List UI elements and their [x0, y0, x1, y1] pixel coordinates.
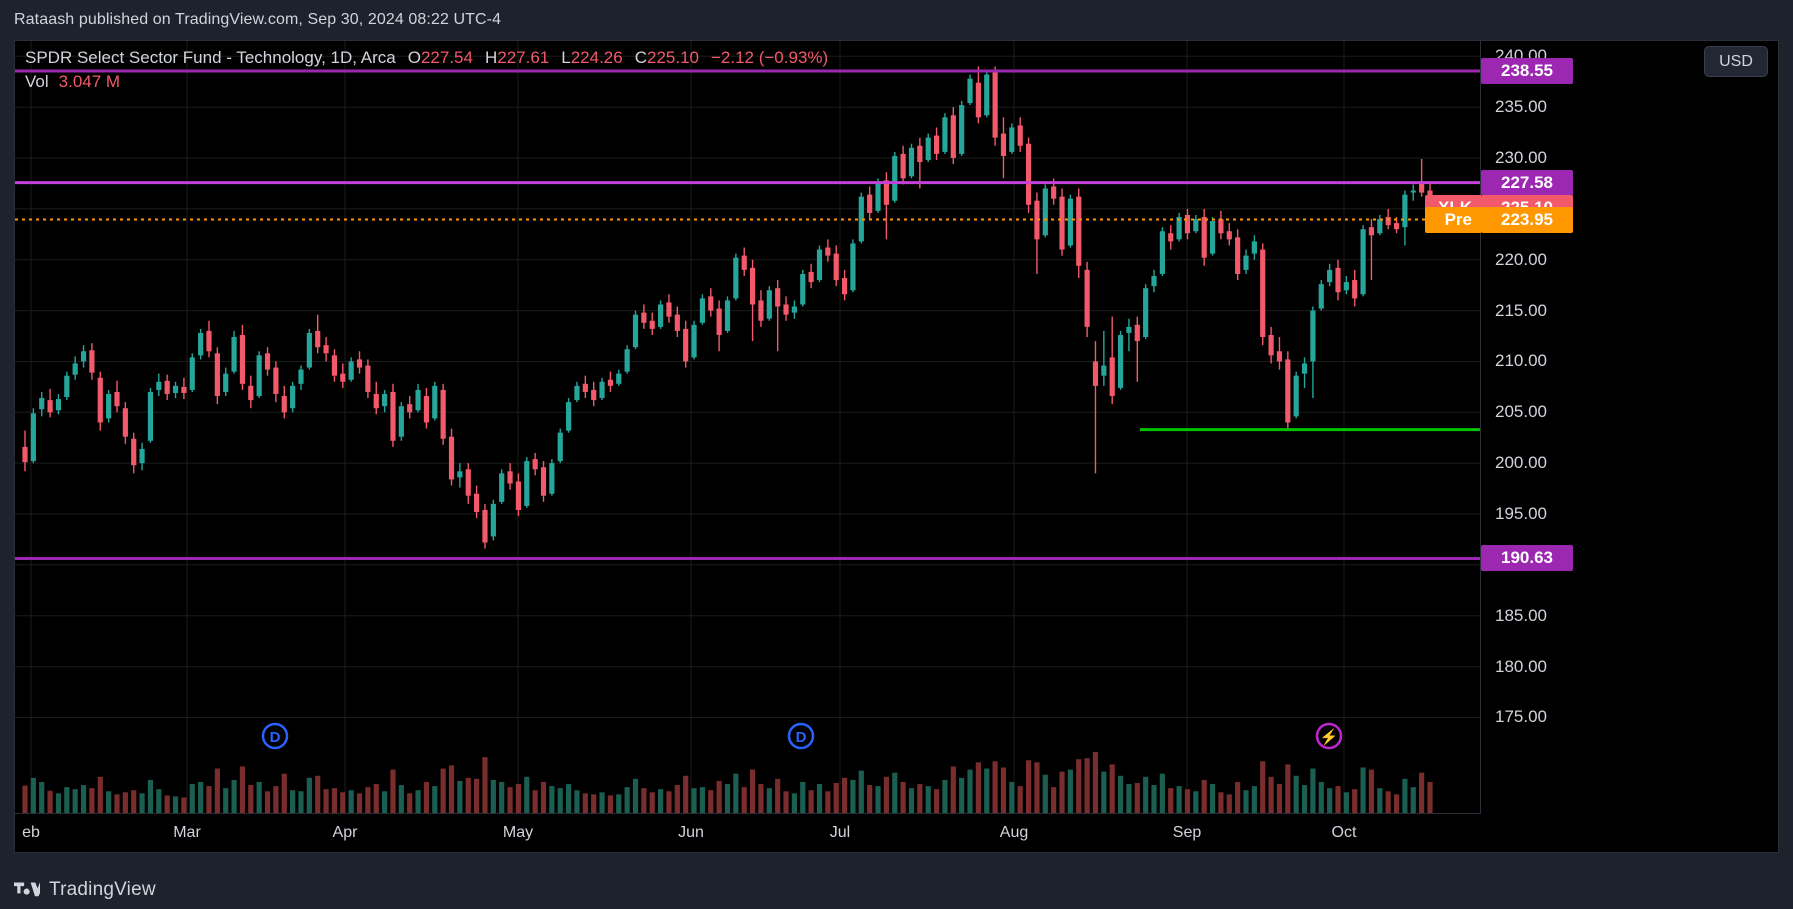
volume-pane[interactable]	[15, 748, 1481, 814]
volume-value: 3.047 M	[58, 72, 121, 91]
open-label: O227.54	[407, 48, 473, 67]
price-tick: 180.00	[1495, 656, 1547, 676]
price-tick: 215.00	[1495, 300, 1547, 320]
time-tick: Jun	[678, 824, 704, 841]
price-tick: 200.00	[1495, 453, 1547, 473]
time-tick: Aug	[999, 824, 1029, 841]
price-chart-svg	[15, 41, 1481, 748]
price-tick: 175.00	[1495, 707, 1547, 727]
time-tick: Apr	[332, 824, 358, 841]
open-value: 227.54	[420, 48, 473, 67]
close-value: 225.10	[646, 48, 699, 67]
time-tick: Oct	[1331, 824, 1357, 841]
price-level-badge-resistance-238[interactable]: 238.55	[1481, 58, 1573, 84]
currency-badge[interactable]: USD	[1704, 46, 1768, 77]
time-tick: Jul	[829, 824, 851, 841]
price-level-badge-support-190[interactable]: 190.63	[1481, 545, 1573, 572]
close-label: C225.10	[634, 48, 699, 67]
chart-legend: SPDR Select Sector Fund - Technology, 1D…	[25, 46, 828, 94]
price-scale-inner: 240.00235.00230.00225.00220.00215.00210.…	[1425, 41, 1778, 814]
price-tick: 230.00	[1495, 147, 1547, 167]
legend-ohlc-row: SPDR Select Sector Fund - Technology, 1D…	[25, 46, 828, 70]
price-tick: 235.00	[1495, 97, 1547, 117]
time-tick: Sep	[1172, 824, 1202, 841]
time-tick: eb	[22, 824, 40, 841]
price-level-badge-resistance-227[interactable]: 227.58	[1481, 169, 1573, 196]
high-value: 227.61	[497, 48, 550, 67]
price-tick: 185.00	[1495, 605, 1547, 625]
legend-volume-row: Vol 3.047 M	[25, 70, 828, 94]
price-tick: 195.00	[1495, 504, 1547, 524]
chart-frame: SPDR Select Sector Fund - Technology, 1D…	[14, 40, 1779, 853]
tradingview-brand-text: TradingView	[49, 879, 156, 900]
time-tick: Mar	[173, 824, 201, 841]
price-tick: 205.00	[1495, 402, 1547, 422]
time-scale-inner: eb Mar Apr May Jun Jul Aug Sep Oct	[15, 814, 1481, 852]
price-scale[interactable]: 240.00235.00230.00225.00220.00215.00210.…	[1425, 41, 1778, 814]
pre-market-price-tag: Pre	[1425, 206, 1481, 233]
low-label: L224.26	[561, 48, 623, 67]
price-pane[interactable]	[15, 41, 1481, 748]
time-scale[interactable]: eb Mar Apr May Jun Jul Aug Sep Oct	[15, 813, 1481, 852]
low-value: 224.26	[570, 48, 623, 67]
publish-info-bar: Rataash published on TradingView.com, Se…	[0, 0, 1793, 40]
change-value: −2.12 (−0.93%)	[710, 48, 829, 67]
price-tick: 220.00	[1495, 249, 1547, 269]
volume-label: Vol	[25, 72, 49, 91]
publish-text: Rataash published on TradingView.com, Se…	[14, 11, 502, 28]
price-tick: 210.00	[1495, 351, 1547, 371]
tradingview-logo-icon	[14, 882, 40, 896]
pre-market-price-value[interactable]: 223.95	[1481, 206, 1573, 233]
symbol-title[interactable]: SPDR Select Sector Fund - Technology, 1D…	[25, 46, 396, 70]
volume-chart-svg	[22, 748, 1433, 814]
tradingview-chart-screenshot: Rataash published on TradingView.com, Se…	[0, 0, 1793, 909]
high-label: H227.61	[484, 48, 550, 67]
footer-branding: TradingView	[14, 879, 156, 901]
time-tick: May	[502, 824, 534, 841]
